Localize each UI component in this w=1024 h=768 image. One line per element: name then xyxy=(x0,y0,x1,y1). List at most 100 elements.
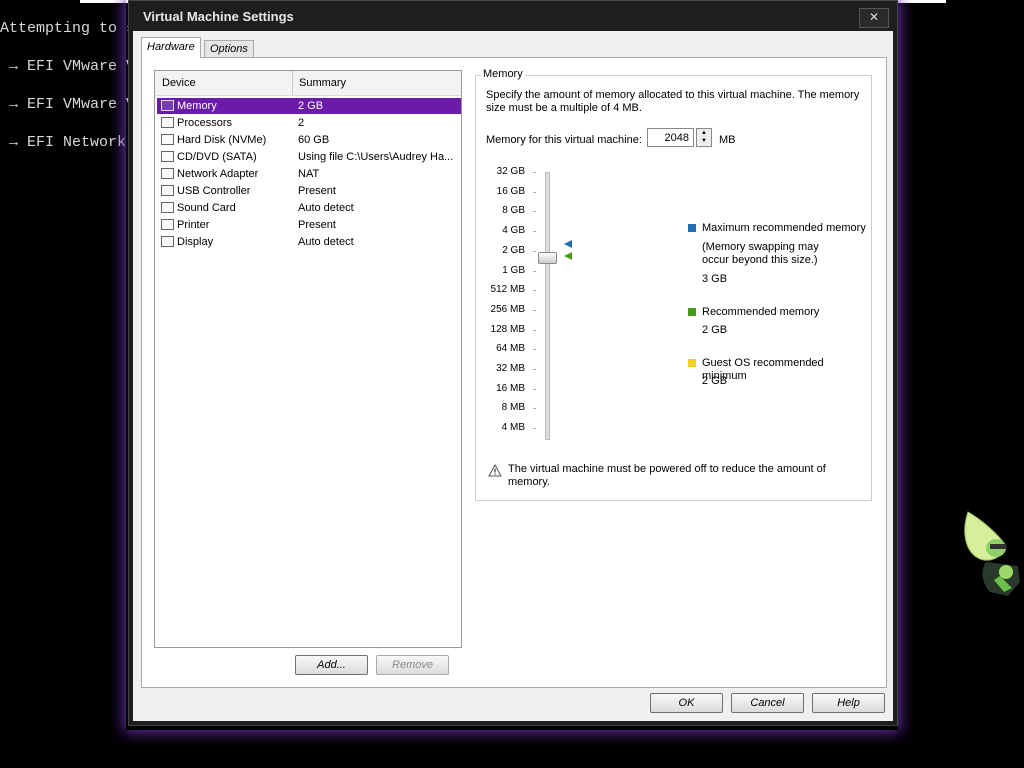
device-name: CD/DVD (SATA) xyxy=(177,151,257,163)
guest-minimum-label: Guest OS recommended minimum xyxy=(702,357,824,382)
scale-label: 32 GB xyxy=(496,166,525,177)
recommended-swatch xyxy=(688,308,696,316)
device-summary: Auto detect xyxy=(298,202,354,214)
memory-description: Specify the amount of memory allocated t… xyxy=(486,89,860,114)
scale-label: 256 MB xyxy=(490,303,525,315)
column-header-device[interactable]: Device xyxy=(162,77,196,89)
hardware-tab-page: Device Summary Memory 2 GB Processors 2 Hard… xyxy=(141,57,887,688)
device-name: Display xyxy=(177,236,214,248)
terminal-line: → EFI Network.. xyxy=(0,134,145,151)
recommended-label: Recommended memory xyxy=(702,306,820,318)
scale-tick xyxy=(533,172,536,173)
device-list-header: Device Summary xyxy=(155,71,461,96)
scale-tick xyxy=(533,369,536,370)
scale-label: 16 GB xyxy=(496,185,525,197)
network-adapter-icon xyxy=(161,168,174,179)
memory-spinner[interactable]: ▲ ▼ xyxy=(696,128,712,147)
device-list[interactable]: Device Summary Memory 2 GB Processors 2 Hard… xyxy=(154,70,462,648)
scale-label: 8 MB xyxy=(501,402,525,414)
device-row-usb-controller[interactable]: USB Controller Present xyxy=(157,183,461,199)
scale-tick xyxy=(533,250,536,252)
max-recommended-value: 3 GB xyxy=(702,273,728,285)
sound-card-icon xyxy=(161,202,174,213)
add-button[interactable]: Add... xyxy=(295,655,368,675)
processor-icon xyxy=(161,117,174,128)
device-summary: 60 GB xyxy=(298,134,330,146)
scale-tick xyxy=(533,231,536,233)
scale-label: 32 MB xyxy=(496,363,525,374)
cd-dvd-icon xyxy=(161,151,174,162)
scale-tick xyxy=(533,211,536,213)
warning-icon xyxy=(488,464,502,477)
device-row-memory[interactable]: Memory 2 GB xyxy=(157,98,461,114)
device-summary: Present xyxy=(298,185,336,197)
scale-label: 1 GB xyxy=(502,264,525,276)
device-row-cd-dvd-sata[interactable]: CD/DVD (SATA) Using file C:\Users\Audrey … xyxy=(157,149,461,165)
scale-label: 8 GB xyxy=(502,205,525,217)
scale-tick xyxy=(533,349,536,351)
device-name: Hard Disk (NVMe) xyxy=(177,134,267,146)
scale-tick xyxy=(533,428,536,430)
memory-group-title: Memory xyxy=(481,68,525,80)
device-summary: Auto detect xyxy=(298,236,354,248)
help-button[interactable]: Help xyxy=(812,693,885,713)
device-row-processors[interactable]: Processors 2 xyxy=(157,115,461,131)
scale-tick xyxy=(533,329,536,331)
memory-slider-thumb[interactable] xyxy=(538,252,557,264)
remove-button[interactable]: Remove xyxy=(376,655,449,675)
guest-minimum-value: 2 GB xyxy=(702,375,728,387)
scale-label: 64 MB xyxy=(496,343,525,355)
printer-icon xyxy=(161,219,174,230)
tab-options[interactable]: Options xyxy=(204,40,254,58)
scale-tick xyxy=(533,309,536,311)
memory-group: Memory Specify the amount of memory allo… xyxy=(475,68,872,501)
scale-tick xyxy=(533,290,536,292)
terminal-output: Attempting to st → EFI VMware Vi → EFI V… xyxy=(0,0,144,171)
memory-slider-track[interactable] xyxy=(545,172,550,440)
scale-tick xyxy=(533,408,536,410)
hard-disk-icon xyxy=(161,134,174,145)
device-row-display[interactable]: Display Auto detect xyxy=(157,234,461,250)
device-summary: Using file C:\Users\Audrey Ha... xyxy=(298,151,454,163)
column-separator xyxy=(292,71,293,95)
max-recommended-marker-icon xyxy=(564,240,572,248)
max-recommended-label: Maximum recommended memory xyxy=(702,222,866,234)
dialog-client: Hardware Options Device Summary Memory 2 … xyxy=(133,31,893,721)
desktop-mascot-icon xyxy=(964,511,1020,596)
device-name: Network Adapter xyxy=(177,168,259,180)
usb-controller-icon xyxy=(161,185,174,196)
scale-tick xyxy=(533,270,536,272)
column-header-summary[interactable]: Summary xyxy=(299,77,346,89)
device-row-hard-disk-nvme[interactable]: Hard Disk (NVMe) 60 GB xyxy=(157,132,461,148)
dialog-title: Virtual Machine Settings xyxy=(143,9,294,24)
terminal-line: Attempting to st xyxy=(0,20,145,37)
device-row-printer[interactable]: Printer Present xyxy=(157,217,461,233)
device-summary: NAT xyxy=(298,168,320,180)
max-recommended-swatch xyxy=(688,224,696,232)
memory-unit: MB xyxy=(719,134,736,146)
terminal-line: → EFI VMware Vi xyxy=(0,58,145,75)
cancel-button[interactable]: Cancel xyxy=(731,693,804,713)
device-name: Sound Card xyxy=(177,202,236,214)
device-summary: 2 GB xyxy=(298,100,324,112)
device-row-sound-card[interactable]: Sound Card Auto detect xyxy=(157,200,461,216)
spin-down-icon[interactable]: ▼ xyxy=(697,137,711,145)
tab-hardware[interactable]: Hardware xyxy=(141,37,201,58)
settings-dialog: Virtual Machine Settings ✕ Hardware Opti… xyxy=(128,0,898,726)
device-name: Printer xyxy=(177,219,210,231)
close-button[interactable]: ✕ xyxy=(859,8,889,28)
device-name: Processors xyxy=(177,117,233,129)
recommended-value: 2 GB xyxy=(702,324,728,336)
memory-field-label: Memory for this virtual machine: xyxy=(486,134,642,146)
device-summary: Present xyxy=(298,219,336,231)
device-row-network-adapter[interactable]: Network Adapter NAT xyxy=(157,166,461,182)
device-name: Memory xyxy=(177,100,217,112)
device-summary: 2 xyxy=(298,117,305,129)
terminal-line: → EFI VMware Vi xyxy=(0,96,145,113)
ok-button[interactable]: OK xyxy=(650,693,723,713)
scale-label: 2 GB xyxy=(502,244,525,256)
spin-up-icon[interactable]: ▲ xyxy=(697,129,711,137)
guest-minimum-swatch xyxy=(688,359,696,367)
title-bar[interactable]: Virtual Machine Settings ✕ xyxy=(129,1,897,31)
memory-input[interactable]: 2048 xyxy=(647,128,694,147)
